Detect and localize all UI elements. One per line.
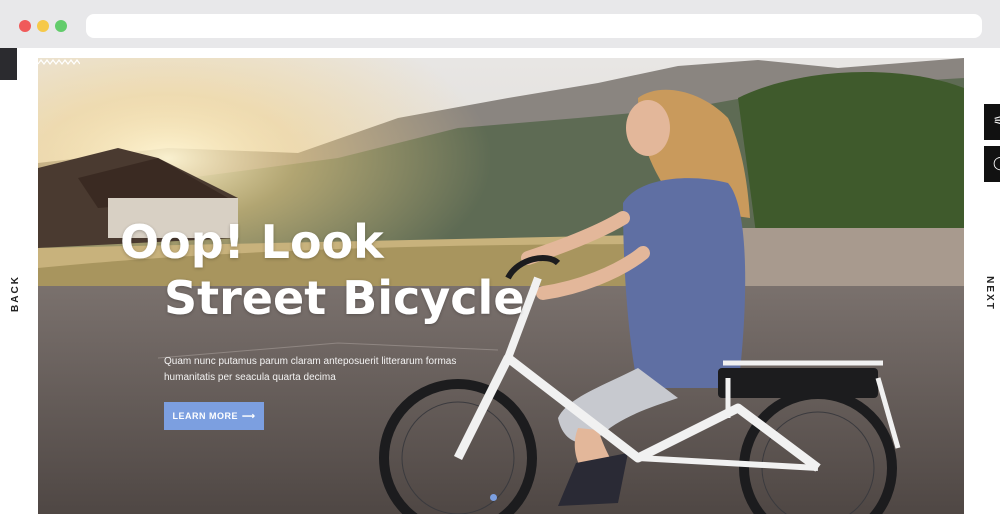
learn-more-label: LEARN MORE — [172, 411, 239, 421]
next-link[interactable]: NEXT — [984, 276, 995, 311]
browser-window: ⚟ ◯ BACK NEXT — [0, 0, 1000, 530]
zigzag-divider-icon — [38, 59, 80, 65]
maximize-icon[interactable] — [55, 20, 67, 32]
hero-slide: Oop! Look Street Bicycle Quam nunc putam… — [38, 58, 964, 514]
slide-indicator[interactable] — [490, 494, 497, 501]
minimize-icon[interactable] — [37, 20, 49, 32]
right-menu-button[interactable]: ⚟ — [984, 104, 1000, 140]
close-icon[interactable] — [19, 20, 31, 32]
headline-line-2: Street Bicycle — [164, 271, 525, 325]
learn-more-button[interactable]: LEARN MORE ⟶ — [164, 402, 264, 430]
arrow-right-icon: ⟶ — [242, 410, 256, 421]
title-bar — [0, 0, 1000, 48]
hero-description: Quam nunc putamus parum claram anteposue… — [164, 356, 457, 383]
left-side-tab[interactable] — [0, 48, 17, 80]
headline-line-1: Oop! Look — [120, 215, 384, 269]
search-icon: ◯ — [993, 155, 1000, 171]
hero-headline: Oop! Look Street Bicycle — [120, 214, 525, 326]
right-search-button[interactable]: ◯ — [984, 146, 1000, 182]
address-bar[interactable] — [86, 14, 982, 38]
menu-icon: ⚟ — [993, 113, 1000, 128]
back-link[interactable]: BACK — [10, 275, 21, 312]
